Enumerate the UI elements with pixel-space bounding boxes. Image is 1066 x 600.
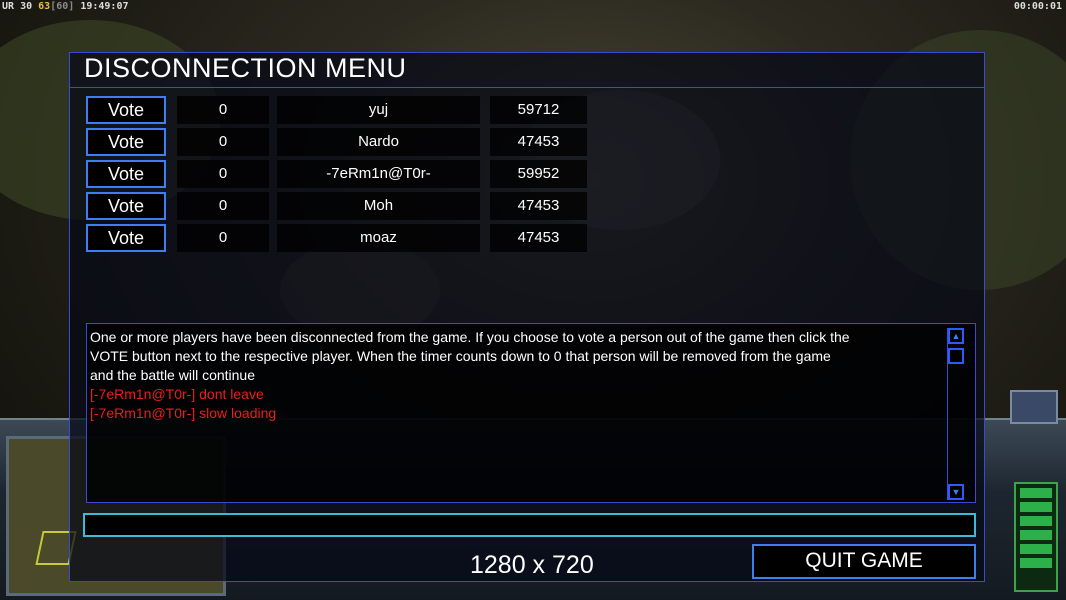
player-name: yuj <box>277 96 480 124</box>
vote-button[interactable]: Vote <box>86 224 166 252</box>
vote-count: 0 <box>177 160 269 188</box>
hud-prefix: UR <box>2 1 15 12</box>
hud-fps: 30 <box>20 1 33 12</box>
vote-button[interactable]: Vote <box>86 128 166 156</box>
game-timer: 00:00:01 <box>1013 1 1062 12</box>
title-divider <box>70 87 984 88</box>
satellite-icon[interactable] <box>1010 390 1058 424</box>
hud-fps-limit: [60] <box>50 1 75 12</box>
vote-button[interactable]: Vote <box>86 192 166 220</box>
player-name: Nardo <box>277 128 480 156</box>
chat-input[interactable] <box>83 513 976 537</box>
quit-game-button[interactable]: QUIT GAME <box>752 544 976 579</box>
chat-message: [-7eRm1n@T0r-] slow loading <box>90 405 277 421</box>
triangle-up-icon[interactable]: ▲ <box>948 328 964 344</box>
scrollbar[interactable]: ▲ ▼ <box>947 328 965 500</box>
vote-count: 0 <box>177 128 269 156</box>
disconnection-dialog: DISCONNECTION MENU Vote 0 yuj 59712 Vote… <box>69 52 985 582</box>
vote-count: 0 <box>177 192 269 220</box>
player-timer: 47453 <box>490 224 587 252</box>
player-timer: 47453 <box>490 192 587 220</box>
hud-clock: 19:49:07 <box>80 1 129 12</box>
scroll-thumb[interactable] <box>948 348 964 364</box>
info-line: and the battle will continue <box>90 367 255 383</box>
dialog-title: DISCONNECTION MENU <box>84 53 407 83</box>
vote-button[interactable]: Vote <box>86 160 166 188</box>
player-name: moaz <box>277 224 480 252</box>
resolution-label: 1280 x 720 <box>470 551 594 579</box>
message-text: One or more players have been disconnect… <box>90 328 952 423</box>
vote-button[interactable]: Vote <box>86 96 166 124</box>
player-name: -7eRm1n@T0r- <box>277 160 480 188</box>
vote-count: 0 <box>177 224 269 252</box>
player-timer: 59952 <box>490 160 587 188</box>
hud-fps-current: 63 <box>38 1 51 12</box>
vote-count: 0 <box>177 96 269 124</box>
player-name: Moh <box>277 192 480 220</box>
player-timer: 59712 <box>490 96 587 124</box>
power-meter <box>1014 482 1058 592</box>
chat-message: [-7eRm1n@T0r-] dont leave <box>90 386 264 402</box>
info-line: VOTE button next to the respective playe… <box>90 348 831 364</box>
fps-readout: UR 30 63[60] 19:49:07 <box>2 1 129 12</box>
message-log[interactable]: One or more players have been disconnect… <box>86 323 976 503</box>
info-line: One or more players have been disconnect… <box>90 329 850 345</box>
hud-top-bar: UR 30 63[60] 19:49:07 00:00:01 <box>0 0 1066 14</box>
triangle-down-icon[interactable]: ▼ <box>948 484 964 500</box>
player-timer: 47453 <box>490 128 587 156</box>
